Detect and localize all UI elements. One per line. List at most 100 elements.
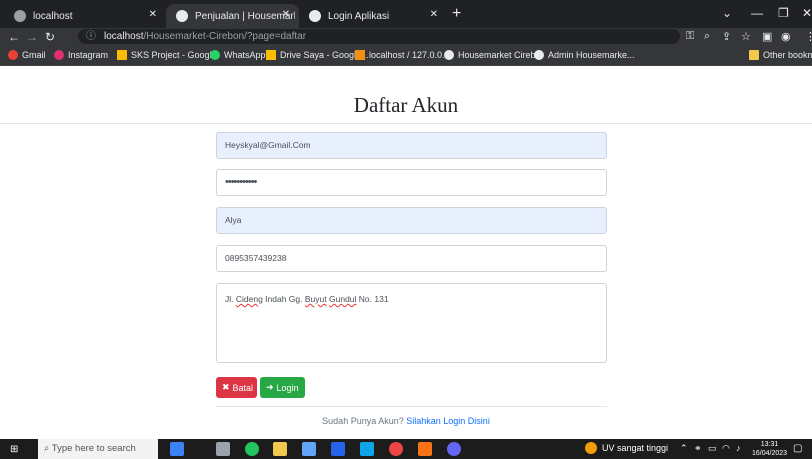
login-button[interactable]: ➜ Login (260, 377, 305, 398)
notification-icon[interactable]: ▢ (793, 443, 802, 454)
reload-icon[interactable]: ↻ (45, 30, 55, 44)
sign-in-icon: ➜ (266, 382, 274, 392)
widget-icon[interactable] (170, 442, 184, 456)
bookmark-whatsapp[interactable]: WhatsApp (210, 50, 266, 60)
email-field[interactable]: Heyskyal@Gmail.Com (216, 132, 607, 159)
password-field[interactable]: ••••••••••• (216, 169, 607, 196)
divider (0, 123, 812, 124)
new-tab-button[interactable]: + (452, 5, 461, 23)
footer-text: Sudah Punya Akun? Silahkan Login Disini (0, 416, 812, 426)
tab-login-aplikasi[interactable]: Login Aplikasi ✕ (299, 4, 447, 28)
address-bar[interactable]: ⓘ localhost/Housemarket-Cirebon/?page=daf… (78, 29, 680, 44)
login-link[interactable]: Silahkan Login Disini (406, 416, 490, 426)
share-icon[interactable]: ⇪ (722, 30, 731, 43)
forward-arrow-icon[interactable]: → (26, 30, 38, 44)
address-textarea[interactable]: Jl. Cideng Indah Gg. Buyut Gundul No. 13… (216, 283, 607, 363)
sidepanel-icon[interactable]: ▣ (762, 30, 772, 43)
minimize-button[interactable]: — (751, 6, 763, 20)
system-clock[interactable]: 13:31 16/04/2023 (752, 440, 787, 458)
close-tab-icon[interactable]: ✕ (149, 9, 157, 20)
tab-title: localhost (33, 10, 73, 22)
tab-title: Login Aplikasi (328, 10, 390, 22)
file-explorer-icon[interactable] (273, 442, 287, 456)
star-icon[interactable]: ☆ (741, 30, 751, 43)
close-tab-icon[interactable]: ✕ (430, 9, 438, 20)
globe-icon (14, 10, 26, 22)
bookmark-housemarket[interactable]: Housemarket Cireb... (444, 50, 543, 60)
chevron-down-icon[interactable]: ⌄ (722, 6, 732, 20)
browser-tab-bar: localhost ✕ Penjualan | Housemarket Cire… (0, 0, 812, 28)
menu-icon[interactable]: ⋮ (805, 30, 812, 43)
address-text: Gundul (329, 294, 357, 304)
divider (216, 406, 607, 407)
bookmark-label: Other bookmarks (763, 50, 812, 60)
taskbar-search-input[interactable]: ⌕ Type here to search (38, 439, 158, 459)
close-icon: ✖ (222, 382, 230, 392)
tab-localhost[interactable]: localhost ✕ (4, 4, 166, 28)
address-text: No. 131 (356, 294, 389, 304)
word-icon[interactable] (331, 442, 345, 456)
drive-icon (117, 50, 127, 60)
uv-icon (585, 442, 597, 454)
url-host: localhost (104, 31, 144, 42)
edge-icon[interactable] (245, 442, 259, 456)
battery-icon[interactable]: ▭ (708, 443, 717, 454)
folder-icon (749, 50, 759, 60)
address-text: Cideng (235, 294, 263, 304)
close-window-button[interactable]: ✕ (802, 6, 812, 20)
chevron-up-icon[interactable]: ⌃ (680, 443, 688, 454)
bookmark-label: Housemarket Cireb... (458, 50, 544, 60)
cancel-button[interactable]: ✖ Batal (216, 377, 257, 398)
bookmark-admin-housemarket[interactable]: Admin Housemarke... (534, 50, 635, 60)
wifi-icon[interactable]: ◠ (722, 443, 730, 454)
bookmark-gmail[interactable]: Gmail (8, 50, 46, 60)
key-icon[interactable]: ⚿ (686, 30, 694, 43)
cancel-label: Batal (232, 382, 254, 393)
bookmark-sks-project[interactable]: SKS Project - Googl... (117, 50, 219, 60)
browser-toolbar: ← → ↻ ⓘ localhost/Housemarket-Cirebon/?pa… (0, 28, 812, 46)
weather-widget[interactable]: UV sangat tinggi (585, 442, 668, 454)
info-icon: ⓘ (86, 31, 96, 42)
url-path: /Housemarket-Cirebon/?page=daftar (143, 31, 307, 42)
clock-date: 16/04/2023 (752, 450, 788, 457)
windows-taskbar: ⊞ ⌕ Type here to search UV sangat tinggi… (0, 439, 812, 459)
zoom-icon[interactable]: ⌕ (704, 30, 710, 43)
bookmark-instagram[interactable]: Instagram (54, 50, 108, 60)
bookmark-label: SKS Project - Googl... (131, 50, 220, 60)
globe-icon (444, 50, 454, 60)
network-icon[interactable]: ⚭ (694, 443, 702, 454)
close-tab-icon[interactable]: ✕ (282, 9, 290, 20)
tab-penjualan[interactable]: Penjualan | Housemarket Cirebon ✕ (166, 4, 299, 28)
bookmark-label: Admin Housemarke... (548, 50, 635, 60)
mail-icon[interactable] (360, 442, 374, 456)
volume-icon[interactable]: ♪ (736, 443, 741, 453)
task-view-icon[interactable] (216, 442, 230, 456)
store-icon[interactable] (302, 442, 316, 456)
bookmark-drive[interactable]: Drive Saya - Google... (266, 50, 369, 60)
back-arrow-icon[interactable]: ← (8, 30, 20, 44)
bookmark-other[interactable]: Other bookmarks (749, 50, 812, 60)
clock-time: 13:31 (760, 441, 779, 448)
profile-icon[interactable]: ◉ (781, 30, 791, 43)
name-field[interactable]: Alya (216, 207, 607, 234)
tab-title: Penjualan | Housemarket Cirebon (195, 10, 295, 22)
instagram-icon (54, 50, 64, 60)
phone-field[interactable]: 0895357439238 (216, 245, 607, 272)
globe-icon (309, 10, 321, 22)
bookmarks-bar: Gmail Instagram SKS Project - Googl... W… (0, 46, 812, 66)
chrome-profile-icon[interactable] (447, 442, 461, 456)
weather-text: UV sangat tinggi (602, 443, 669, 453)
address-text: Indah Gg. (262, 294, 305, 304)
bookmark-phpmyadmin[interactable]: localhost / 127.0.0.... (355, 50, 452, 60)
gmail-icon (8, 50, 18, 60)
bookmark-label: Instagram (68, 50, 109, 60)
globe-icon (534, 50, 544, 60)
chrome-icon[interactable] (389, 442, 403, 456)
windows-start-icon[interactable]: ⊞ (10, 444, 18, 455)
xampp-icon[interactable] (418, 442, 432, 456)
bookmark-label: localhost / 127.0.0.... (369, 50, 453, 60)
globe-icon (176, 10, 188, 22)
restore-button[interactable]: ❐ (778, 6, 789, 20)
whatsapp-icon (210, 50, 220, 60)
bookmark-label: Gmail (22, 50, 46, 60)
